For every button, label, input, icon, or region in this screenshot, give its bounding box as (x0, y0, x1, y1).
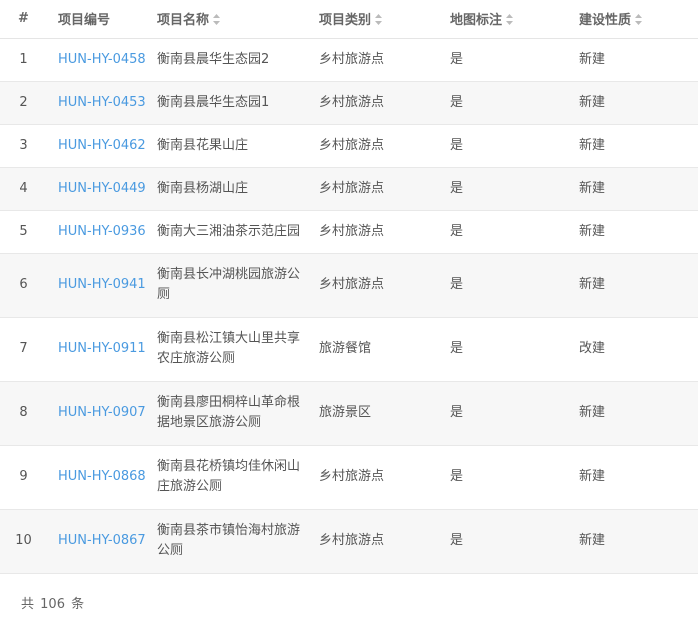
cell-index: 8 (19, 405, 28, 420)
table-row: 3 HUN-HY-0462 衡南县花果山庄 乡村旅游点 是 新建 (0, 124, 698, 167)
total-count: 106 (40, 597, 65, 612)
table-row: 1 HUN-HY-0458 衡南县晨华生态园2 乡村旅游点 是 新建 (0, 38, 698, 81)
cell-map: 是 (450, 469, 464, 484)
cell-type: 乡村旅游点 (319, 180, 385, 196)
cell-code: HUN-HY-0867 (47, 509, 146, 573)
table-header: # 项目编号 项目名称 项目类别 地图标注 建设性质 (0, 0, 698, 39)
table-row: 6 HUN-HY-0941 衡南县长冲湖桃园旅游公厕 乡村旅游点 是 新建 (0, 253, 698, 317)
cell-map: 是 (450, 277, 464, 292)
cell-map: 是 (450, 51, 464, 67)
project-code-link[interactable]: HUN-HY-0867 (58, 533, 146, 548)
cell-index: 1 (19, 51, 28, 67)
cell-build: 新建 (579, 533, 606, 548)
pagination-total: 共 106 条 (21, 593, 86, 612)
total-suffix: 条 (71, 597, 85, 612)
cell-type: 旅游景区 (319, 405, 372, 420)
cell-name: 衡南县长冲湖桃园旅游公厕 (157, 267, 301, 302)
cell-index: 2 (19, 94, 28, 110)
cell-name: 衡南县松江镇大山里共享农庄旅游公厕 (157, 331, 301, 366)
cell-map: 是 (450, 405, 464, 420)
cell-type: 旅游餐馆 (319, 341, 372, 356)
header-build[interactable]: 建设性质 (568, 0, 698, 39)
cell-index: 5 (19, 223, 28, 239)
cell-build: 新建 (579, 51, 606, 67)
cell-type: 乡村旅游点 (319, 51, 385, 67)
sort-icon[interactable] (375, 14, 383, 26)
cell-index: 6 (19, 277, 28, 292)
cell-type: 乡村旅游点 (319, 94, 385, 110)
cell-type: 乡村旅游点 (319, 469, 385, 484)
project-code-link[interactable]: HUN-HY-0907 (58, 405, 146, 420)
cell-code: HUN-HY-0453 (47, 81, 146, 124)
cell-index: 4 (19, 180, 28, 196)
cell-name: 衡南县晨华生态园2 (157, 51, 270, 67)
cell-code: HUN-HY-0941 (47, 253, 146, 317)
table-row: 4 HUN-HY-0449 衡南县杨湖山庄 乡村旅游点 是 新建 (0, 167, 698, 210)
cell-index: 3 (19, 137, 28, 153)
cell-type: 乡村旅游点 (319, 223, 385, 239)
project-code-link[interactable]: HUN-HY-0462 (58, 138, 146, 153)
cell-build: 新建 (579, 469, 606, 484)
cell-build: 新建 (579, 94, 606, 110)
cell-index: 7 (19, 341, 28, 356)
cell-name: 衡南县廖田桐梓山革命根据地景区旅游公厕 (157, 395, 301, 430)
sort-icon[interactable] (213, 14, 221, 26)
cell-code: HUN-HY-0449 (47, 167, 146, 210)
cell-name: 衡南县茶市镇怡海村旅游公厕 (157, 523, 301, 558)
cell-build: 新建 (579, 277, 606, 292)
cell-map: 是 (450, 137, 464, 153)
project-code-link[interactable]: HUN-HY-0911 (58, 341, 146, 356)
cell-build: 新建 (579, 180, 606, 196)
cell-map: 是 (450, 94, 464, 110)
table-row: 5 HUN-HY-0936 衡南大三湘油茶示范庄园 乡村旅游点 是 新建 (0, 210, 698, 253)
cell-type: 乡村旅游点 (319, 137, 385, 153)
project-code-link[interactable]: HUN-HY-0453 (58, 95, 146, 110)
table-row: 9 HUN-HY-0868 衡南县花桥镇均佳休闲山庄旅游公厕 乡村旅游点 是 新… (0, 445, 698, 509)
sort-icon[interactable] (635, 14, 643, 26)
cell-code: HUN-HY-0911 (47, 317, 146, 381)
cell-build: 改建 (579, 341, 606, 356)
table-row: 8 HUN-HY-0907 衡南县廖田桐梓山革命根据地景区旅游公厕 旅游景区 是… (0, 381, 698, 445)
header-code: 项目编号 (47, 0, 146, 39)
cell-name: 衡南县晨华生态园1 (157, 94, 270, 110)
cell-build: 新建 (579, 405, 606, 420)
sort-icon[interactable] (506, 14, 514, 26)
cell-code: HUN-HY-0936 (47, 210, 146, 253)
project-code-link[interactable]: HUN-HY-0941 (58, 277, 146, 292)
total-prefix: 共 (21, 597, 35, 612)
project-table: # 项目编号 项目名称 项目类别 地图标注 建设性质 1 HUN-HY-0458… (0, 0, 698, 574)
cell-code: HUN-HY-0462 (47, 124, 146, 167)
table-row: 2 HUN-HY-0453 衡南县晨华生态园1 乡村旅游点 是 新建 (0, 81, 698, 124)
cell-type: 乡村旅游点 (319, 533, 385, 548)
cell-index: 10 (15, 533, 32, 548)
header-name[interactable]: 项目名称 (146, 0, 308, 39)
cell-map: 是 (450, 533, 464, 548)
project-code-link[interactable]: HUN-HY-0449 (58, 181, 146, 196)
cell-code: HUN-HY-0458 (47, 38, 146, 81)
project-code-link[interactable]: HUN-HY-0936 (58, 224, 146, 239)
project-code-link[interactable]: HUN-HY-0868 (58, 469, 146, 484)
cell-index: 9 (19, 469, 28, 484)
cell-name: 衡南大三湘油茶示范庄园 (157, 223, 301, 239)
header-index: # (0, 0, 47, 39)
cell-map: 是 (450, 180, 464, 196)
table-body: 1 HUN-HY-0458 衡南县晨华生态园2 乡村旅游点 是 新建 2 HUN… (0, 38, 698, 573)
header-type[interactable]: 项目类别 (308, 0, 439, 39)
cell-name: 衡南县杨湖山庄 (157, 180, 249, 196)
table-row: 10 HUN-HY-0867 衡南县茶市镇怡海村旅游公厕 乡村旅游点 是 新建 (0, 509, 698, 573)
cell-code: HUN-HY-0868 (47, 445, 146, 509)
cell-name: 衡南县花果山庄 (157, 137, 249, 153)
table-row: 7 HUN-HY-0911 衡南县松江镇大山里共享农庄旅游公厕 旅游餐馆 是 改… (0, 317, 698, 381)
header-map[interactable]: 地图标注 (439, 0, 568, 39)
cell-build: 新建 (579, 137, 606, 153)
cell-map: 是 (450, 341, 464, 356)
cell-type: 乡村旅游点 (319, 277, 385, 292)
cell-build: 新建 (579, 223, 606, 239)
project-code-link[interactable]: HUN-HY-0458 (58, 52, 146, 67)
cell-map: 是 (450, 223, 464, 239)
cell-code: HUN-HY-0907 (47, 381, 146, 445)
cell-name: 衡南县花桥镇均佳休闲山庄旅游公厕 (157, 459, 301, 494)
